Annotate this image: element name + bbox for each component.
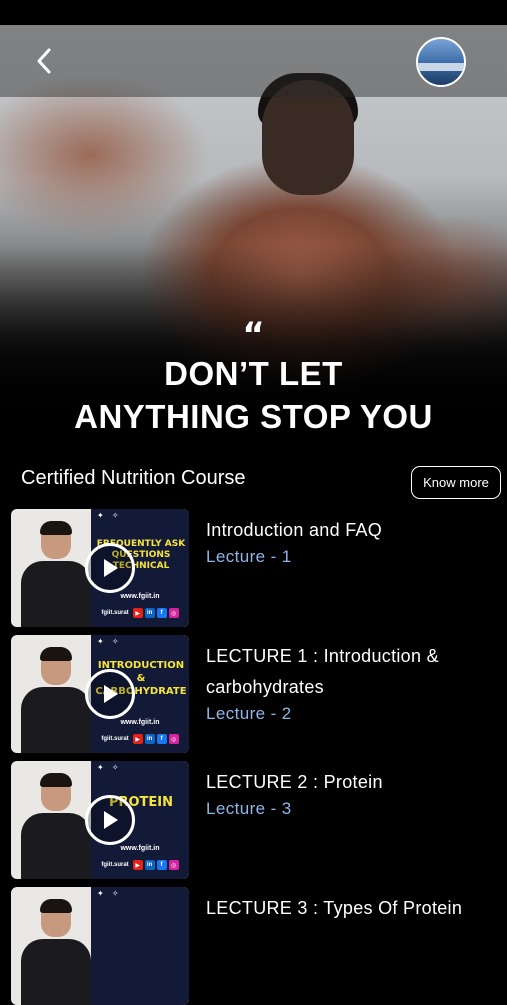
social-icons: fgiit.surat ▶ in f ◎	[91, 607, 189, 619]
instructor-photo	[21, 647, 91, 753]
lecture-thumbnail[interactable]: ✦ ✧	[11, 887, 189, 1005]
lecture-item[interactable]: ✦ ✧ FREQUENTLY ASK QUESTIONS TECHNICAL w…	[0, 509, 507, 627]
lecture-thumbnail[interactable]: ✦ ✧ FREQUENTLY ASK QUESTIONS TECHNICAL w…	[11, 509, 189, 627]
play-button[interactable]	[85, 669, 135, 719]
facebook-icon: f	[156, 860, 167, 870]
stars-decoration: ✦ ✧	[97, 763, 122, 772]
thumbnail-url: www.fgiit.in	[120, 593, 160, 600]
thumbnail-url: www.fgiit.in	[120, 719, 160, 726]
play-button[interactable]	[85, 543, 135, 593]
play-icon	[104, 811, 118, 829]
instagram-icon: ◎	[168, 734, 179, 744]
social-handle: fgiit.surat	[101, 736, 129, 742]
back-button[interactable]	[26, 43, 62, 79]
youtube-icon: ▶	[132, 734, 143, 744]
facebook-icon: f	[156, 734, 167, 744]
play-icon	[104, 559, 118, 577]
lecture-number: Lecture - 2	[206, 704, 292, 723]
facebook-icon: f	[156, 608, 167, 618]
linkedin-icon: in	[144, 860, 155, 870]
lecture-title: LECTURE 3 : Types Of Protein	[206, 893, 496, 924]
instagram-icon: ◎	[168, 860, 179, 870]
status-bar	[0, 0, 507, 25]
stars-decoration: ✦ ✧	[97, 511, 122, 520]
lecture-title: LECTURE 1 : Introduction & carbohydrates	[206, 641, 496, 703]
lecture-title-line-1: LECTURE 2 : Protein	[206, 772, 383, 792]
lecture-number: Lecture - 3	[206, 799, 292, 818]
lecture-title-line-1: LECTURE 3 : Types Of Protein	[206, 898, 463, 918]
lecture-item[interactable]: ✦ ✧ PROTEIN www.fgiit.in fgiit.surat ▶ i…	[0, 761, 507, 879]
linkedin-icon: in	[144, 608, 155, 618]
quote-mark: “	[242, 315, 265, 355]
social-handle: fgiit.surat	[101, 610, 129, 616]
instructor-photo	[21, 899, 91, 1005]
lecture-item[interactable]: ✦ ✧ LECTURE 3 : Types Of Protein	[0, 887, 507, 1005]
lecture-thumbnail[interactable]: ✦ ✧ INTRODUCTION & CARBOHYDRATE www.fgii…	[11, 635, 189, 753]
play-button[interactable]	[85, 795, 135, 845]
instructor-photo	[21, 521, 91, 627]
slogan-line-1: DON’T LET	[164, 355, 343, 392]
stars-decoration: ✦ ✧	[97, 637, 122, 646]
avatar-image-detail	[418, 63, 464, 71]
youtube-icon: ▶	[132, 860, 143, 870]
linkedin-icon: in	[144, 734, 155, 744]
lecture-title-line-2: carbohydrates	[206, 677, 324, 697]
social-icons: fgiit.surat ▶ in f ◎	[91, 859, 189, 871]
thumbnail-url: www.fgiit.in	[120, 845, 160, 852]
instagram-icon: ◎	[168, 608, 179, 618]
lecture-title-line-1: Introduction and FAQ	[206, 520, 383, 540]
chevron-left-icon	[37, 48, 51, 74]
course-title: Certified Nutrition Course	[21, 467, 246, 489]
youtube-icon: ▶	[132, 608, 143, 618]
thumbnail-panel	[91, 887, 189, 1005]
stars-decoration: ✦ ✧	[97, 889, 122, 898]
lecture-title: Introduction and FAQ	[206, 515, 496, 546]
lecture-item[interactable]: ✦ ✧ INTRODUCTION & CARBOHYDRATE www.fgii…	[0, 635, 507, 753]
lecture-title-line-1: LECTURE 1 : Introduction &	[206, 646, 439, 666]
lecture-thumbnail[interactable]: ✦ ✧ PROTEIN www.fgiit.in fgiit.surat ▶ i…	[11, 761, 189, 879]
instructor-photo	[21, 773, 91, 879]
lecture-title: LECTURE 2 : Protein	[206, 767, 496, 798]
social-icons: fgiit.surat ▶ in f ◎	[91, 733, 189, 745]
social-handle: fgiit.surat	[101, 862, 129, 868]
profile-avatar[interactable]	[416, 37, 466, 87]
know-more-button[interactable]: Know more	[411, 466, 501, 499]
lecture-number: Lecture - 1	[206, 547, 292, 566]
hero-figure-head	[262, 80, 354, 195]
play-icon	[104, 685, 118, 703]
slogan-line-2: ANYTHING STOP YOU	[74, 398, 433, 435]
